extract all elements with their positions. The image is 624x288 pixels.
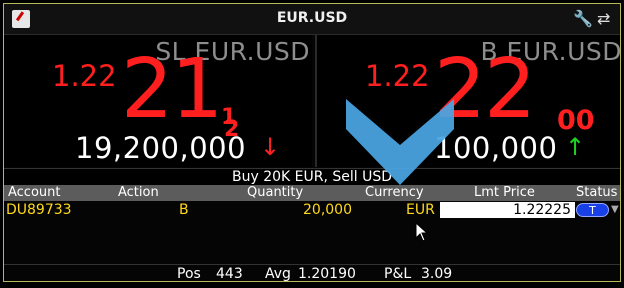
sell-size: 19,200,000 — [75, 131, 247, 165]
order-column-headers: Account Action Quantity Currency Lmt Pri… — [4, 185, 620, 201]
order-currency[interactable]: EUR — [406, 201, 435, 219]
order-account[interactable]: DU89733 — [6, 201, 72, 219]
position-footer: Pos 443 Avg 1.20190 P&L 3.09 — [4, 264, 620, 282]
swap-icon[interactable]: ⇄ — [597, 10, 615, 28]
order-action[interactable]: B — [179, 201, 189, 219]
footer-pos-value: 443 — [216, 266, 243, 282]
footer-pos-label: Pos — [177, 266, 201, 282]
column-header-lmt-price[interactable]: Lmt Price — [474, 185, 535, 201]
column-header-quantity[interactable]: Quantity — [247, 185, 303, 201]
status-badge[interactable]: T — [576, 203, 609, 217]
footer-pnl-label: P&L — [384, 266, 412, 282]
column-header-currency[interactable]: Currency — [365, 185, 424, 201]
sell-quote-panel[interactable]: SL EUR.USD 1.22 21 1 2 19,200,000 ↓ — [4, 35, 312, 167]
title-bar: EUR.USD 🔧 ⇄ — [4, 4, 620, 35]
order-row[interactable]: DU89733 B 20,000 EUR 1.22225 T ▼ — [4, 201, 620, 219]
fx-order-window: EUR.USD 🔧 ⇄ SL EUR.USD 1.22 21 1 2 19,20… — [3, 3, 621, 282]
buy-price-prefix: 1.22 — [365, 59, 430, 93]
chevron-down-icon — [346, 99, 454, 185]
footer-avg-value: 1.20190 — [298, 266, 356, 282]
order-quantity[interactable]: 20,000 — [303, 201, 352, 219]
column-header-account[interactable]: Account — [8, 185, 61, 201]
wrench-icon[interactable]: 🔧 — [573, 10, 593, 28]
sell-price-prefix: 1.22 — [52, 59, 117, 93]
order-description: Buy 20K EUR, Sell USD — [4, 168, 620, 186]
buy-up-arrow-icon: ↑ — [565, 133, 586, 161]
column-header-action[interactable]: Action — [118, 185, 159, 201]
buy-price-pip: 00 — [557, 105, 595, 136]
status-dropdown-icon[interactable]: ▼ — [611, 201, 619, 219]
mouse-cursor-icon — [415, 222, 429, 242]
footer-avg-label: Avg — [265, 266, 291, 282]
lmt-price-input[interactable]: 1.22225 — [440, 202, 575, 218]
window-title: EUR.USD — [276, 10, 348, 26]
column-header-status[interactable]: Status — [576, 185, 617, 201]
sell-price-digits: 21 — [121, 42, 223, 137]
sell-down-arrow-icon: ↓ — [260, 133, 281, 161]
footer-pnl-value: 3.09 — [421, 266, 453, 282]
